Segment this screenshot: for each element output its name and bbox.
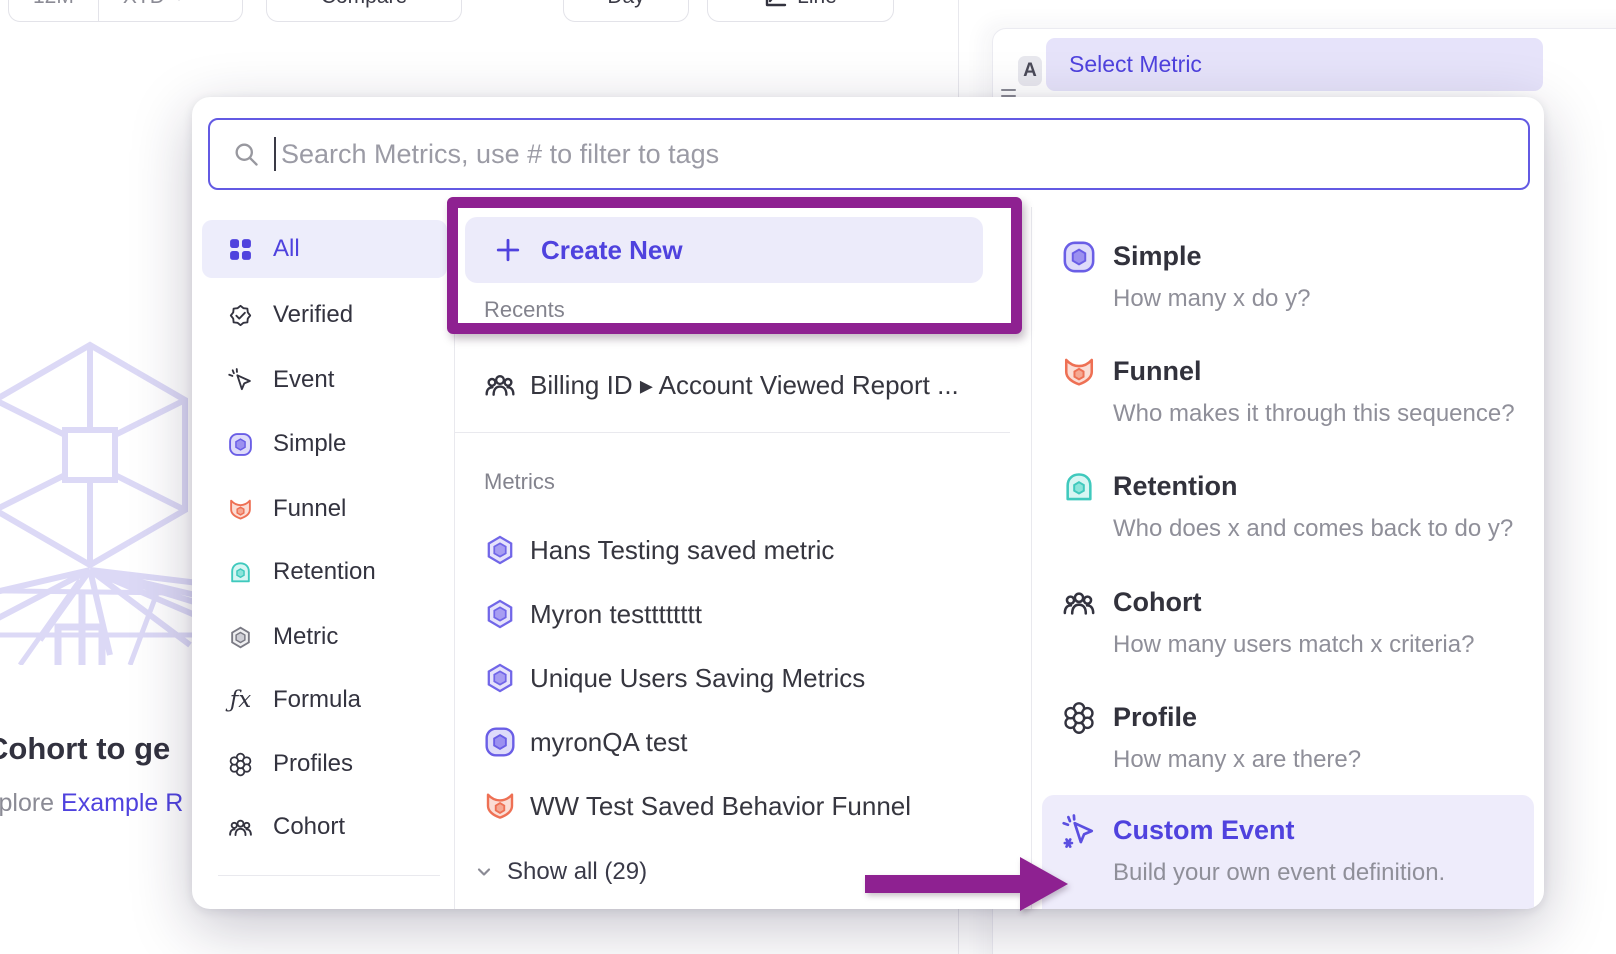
range-xtd-button[interactable]: XTD xyxy=(98,0,210,21)
types-column-divider xyxy=(1031,207,1032,909)
sidebar-item-tags[interactable]: Tags xyxy=(202,892,447,909)
funnel-icon xyxy=(484,790,516,822)
background-subtext: xplore Example R xyxy=(0,789,183,818)
sidebar-item-event[interactable]: Event xyxy=(202,351,447,409)
type-option-profile[interactable]: Profile How many x are there? xyxy=(1113,702,1544,774)
sidebar-item-formula[interactable]: ƒx Formula xyxy=(202,671,447,729)
text-cursor xyxy=(274,137,276,171)
compare-button[interactable]: Compare xyxy=(266,0,462,22)
cohort-people-icon xyxy=(228,815,253,840)
screenshot-root: Cohort to ge xplore Example R 12M XTD Co… xyxy=(0,0,1616,954)
sidebar-item-simple[interactable]: Simple xyxy=(202,415,447,473)
simple-metric-icon xyxy=(228,432,253,457)
type-option-cohort[interactable]: Cohort How many users match x criteria? xyxy=(1113,587,1544,659)
metric-list-item[interactable]: Unique Users Saving Metrics xyxy=(484,646,1024,710)
retention-icon xyxy=(1062,470,1096,504)
annotation-box xyxy=(447,197,1022,334)
type-option-custom-event[interactable]: Custom Event Build your own event defini… xyxy=(1113,815,1544,887)
sidebar-item-metric[interactable]: Metric xyxy=(202,608,447,666)
recents-metrics-divider xyxy=(455,432,1010,433)
saved-metric-hexagon-icon xyxy=(484,534,516,566)
profiles-cluster-icon xyxy=(1062,701,1096,735)
verified-badge-icon xyxy=(228,303,253,328)
date-range-segment: 12M XTD xyxy=(8,0,243,22)
background-heading: Cohort to ge xyxy=(0,731,170,767)
metric-search-input[interactable] xyxy=(279,138,1528,171)
metric-list-item[interactable]: Myron testttttttt xyxy=(484,582,1024,646)
background-subtext-prefix: xplore xyxy=(0,789,54,817)
funnel-icon xyxy=(228,497,253,522)
grid-icon xyxy=(228,237,253,262)
profiles-cluster-icon xyxy=(228,752,253,777)
range-12m-button[interactable]: 12M xyxy=(9,0,98,21)
simple-metric-icon xyxy=(484,726,516,758)
type-option-retention[interactable]: Retention Who does x and comes back to d… xyxy=(1113,471,1544,543)
type-option-funnel[interactable]: Funnel Who makes it through this sequenc… xyxy=(1113,356,1544,428)
simple-metric-icon xyxy=(1062,240,1096,274)
recent-item-row[interactable]: Billing ID ▸ Account Viewed Report ... xyxy=(484,353,1024,417)
metric-list-item[interactable]: WW Test Saved Behavior Funnel xyxy=(484,774,1024,838)
sidebar-item-verified[interactable]: Verified xyxy=(202,286,447,344)
saved-metric-hexagon-icon xyxy=(484,598,516,630)
chart-type-line-button[interactable]: Line xyxy=(707,0,894,22)
event-cursor-icon xyxy=(228,368,253,393)
custom-event-cursor-icon xyxy=(1062,814,1096,848)
metric-list-item[interactable]: myronQA test xyxy=(484,710,1024,774)
cohort-people-icon xyxy=(1062,586,1096,620)
metric-row-letter-badge: A xyxy=(1018,56,1042,86)
sidebar-divider xyxy=(218,875,440,876)
type-option-simple[interactable]: Simple How many x do y? xyxy=(1113,241,1544,313)
chevron-down-icon xyxy=(172,0,186,4)
formula-fx-icon: ƒx xyxy=(228,688,253,713)
example-link[interactable]: Example R xyxy=(61,789,183,817)
granularity-day-button[interactable]: Day xyxy=(563,0,689,22)
saved-metric-hexagon-icon xyxy=(484,662,516,694)
annotation-arrow xyxy=(860,850,1075,920)
metric-search-field xyxy=(208,118,1530,190)
cohort-people-icon xyxy=(484,369,516,401)
sidebar-item-retention[interactable]: Retention xyxy=(202,543,447,601)
metric-list-item[interactable]: Hans Testing saved metric xyxy=(484,518,1024,582)
metric-hexagon-icon xyxy=(228,625,253,650)
retention-icon xyxy=(228,560,253,585)
select-metric-pill[interactable]: Select Metric xyxy=(1046,38,1543,91)
line-chart-icon xyxy=(764,0,788,9)
sidebar-item-all[interactable]: All xyxy=(202,220,447,278)
sidebar-item-profiles[interactable]: Profiles xyxy=(202,735,447,793)
show-all-button[interactable]: Show all (29) xyxy=(474,852,647,892)
funnel-icon xyxy=(1062,355,1096,389)
chevron-down-icon xyxy=(474,862,494,882)
sidebar-item-cohort[interactable]: Cohort xyxy=(202,798,447,856)
search-icon xyxy=(232,140,260,168)
metrics-label: Metrics xyxy=(484,469,555,495)
tag-icon xyxy=(228,909,253,910)
sidebar-item-funnel[interactable]: Funnel xyxy=(202,480,447,538)
